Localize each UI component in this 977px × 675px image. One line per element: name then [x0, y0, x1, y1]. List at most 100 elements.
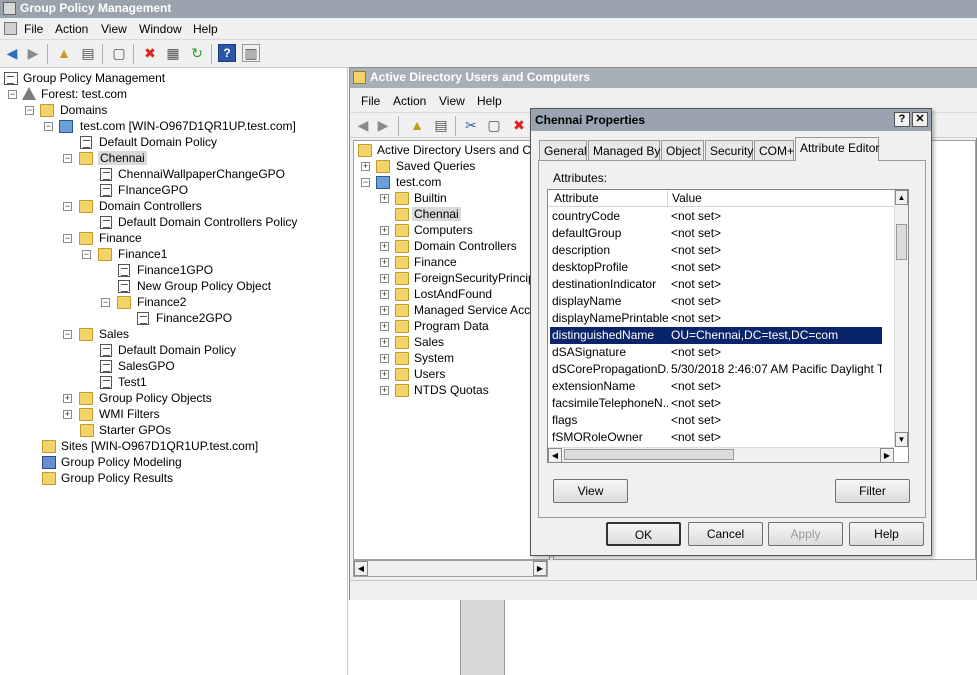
dialog-close-button[interactable]: ✕ [912, 112, 928, 127]
tree-node-default-domain-policy[interactable]: Default Domain Policy [80, 134, 217, 150]
attribute-row[interactable]: desktopProfile <not set> [550, 259, 882, 276]
view-button[interactable]: View [553, 479, 628, 503]
aduc-menu-action[interactable]: Action [393, 94, 426, 108]
tree-node-chennai-wallpaper-gpo[interactable]: ChennaiWallpaperChangeGPO [100, 166, 285, 182]
scroll-left-icon[interactable]: ◀ [548, 448, 562, 463]
tree-node-sales-default-policy[interactable]: Default Domain Policy [100, 342, 236, 358]
aduc-node-ntds-quotas[interactable]: + NTDS Quotas [380, 382, 489, 398]
tree-node-finance1gpo[interactable]: Finance1GPO [118, 262, 213, 278]
tree-node-finance[interactable]: − Finance [63, 230, 142, 246]
delete-icon[interactable]: ✖ [141, 44, 159, 62]
scroll-right-icon[interactable]: ▶ [880, 448, 894, 463]
tab-general[interactable]: General [539, 140, 587, 160]
delete-icon[interactable]: ✖ [510, 116, 528, 134]
show-hide-tree-icon[interactable]: ▤ [432, 116, 450, 134]
apply-button[interactable]: Apply [768, 522, 843, 546]
aduc-menu-view[interactable]: View [439, 94, 465, 108]
aduc-tree-hscrollbar[interactable]: ◀ ▶ [353, 560, 548, 577]
expand-icon[interactable]: + [380, 306, 389, 315]
up-folder-icon[interactable]: ▲ [55, 44, 73, 62]
properties-icon[interactable]: ▦ [164, 44, 182, 62]
tab-managed-by[interactable]: Managed By [588, 140, 660, 160]
collapse-icon[interactable]: − [101, 298, 110, 307]
aduc-node-program-data[interactable]: + Program Data [380, 318, 489, 334]
expand-icon[interactable]: + [380, 322, 389, 331]
aduc-node-managed-service[interactable]: + Managed Service Accou [380, 302, 543, 318]
expand-icon[interactable]: + [380, 274, 389, 283]
attribute-row[interactable]: fSMORoleOwner <not set> [550, 429, 882, 446]
aduc-node-system[interactable]: + System [380, 350, 454, 366]
attribute-row[interactable]: facsimileTelephoneN... <not set> [550, 395, 882, 412]
tree-node-finance-gpo[interactable]: FInanceGPO [100, 182, 188, 198]
scroll-up-icon[interactable]: ▲ [895, 190, 908, 205]
tree-node-wmi-filters[interactable]: + WMI Filters [63, 406, 160, 422]
attribute-row[interactable]: dSCorePropagationD... 5/30/2018 2:46:07 A… [550, 361, 882, 378]
tab-com-plus[interactable]: COM+ [754, 140, 794, 160]
tree-node-sales[interactable]: − Sales [63, 326, 129, 342]
tree-node-finance2[interactable]: − Finance2 [101, 294, 186, 310]
tree-node-new-gpo[interactable]: New Group Policy Object [118, 278, 271, 294]
attribute-row[interactable]: defaultGroup <not set> [550, 225, 882, 242]
dialog-help-footer-button[interactable]: Help [849, 522, 924, 546]
menu-action[interactable]: Action [55, 22, 88, 36]
cancel-button[interactable]: Cancel [688, 522, 763, 546]
collapse-icon[interactable]: − [25, 106, 34, 115]
cut-icon[interactable]: ✂ [462, 116, 480, 134]
tab-security[interactable]: Security [705, 140, 753, 160]
tree-node-domain-controllers[interactable]: − Domain Controllers [63, 198, 202, 214]
expand-icon[interactable]: + [380, 242, 389, 251]
tree-node-gp-objects[interactable]: + Group Policy Objects [63, 390, 212, 406]
aduc-node-computers[interactable]: + Computers [380, 222, 473, 238]
collapse-icon[interactable]: − [82, 250, 91, 259]
aduc-node-lost-and-found[interactable]: + LostAndFound [380, 286, 492, 302]
tree-node-domains[interactable]: − Domains [25, 102, 107, 118]
expand-icon[interactable]: + [380, 226, 389, 235]
attribute-row[interactable]: extensionName <not set> [550, 378, 882, 395]
menu-help[interactable]: Help [193, 22, 218, 36]
aduc-node-root[interactable]: Active Directory Users and Com [358, 142, 548, 158]
attribute-row[interactable]: flags <not set> [550, 412, 882, 429]
copy-icon[interactable]: ▢ [110, 44, 128, 62]
tree-node-modeling[interactable]: Group Policy Modeling [42, 454, 182, 470]
attribute-row[interactable]: countryCode <not set> [550, 208, 882, 225]
tree-node-finance1[interactable]: − Finance1 [82, 246, 167, 262]
tree-node-default-dc-policy[interactable]: Default Domain Controllers Policy [100, 214, 297, 230]
scroll-left-icon[interactable]: ◀ [354, 561, 368, 576]
aduc-node-foreign-security[interactable]: + ForeignSecurityPrincipal [380, 270, 544, 286]
tree-node-test-com[interactable]: − test.com [WIN-O967D1QR1UP.test.com] [44, 118, 296, 134]
collapse-icon[interactable]: − [63, 202, 72, 211]
menu-file[interactable]: File [24, 22, 43, 36]
paste-icon[interactable]: ▢ [485, 116, 503, 134]
attribute-row[interactable]: destinationIndicator <not set> [550, 276, 882, 293]
expand-icon[interactable]: + [361, 162, 370, 171]
menu-window[interactable]: Window [139, 22, 182, 36]
expand-icon[interactable]: + [380, 194, 389, 203]
scrollbar-thumb[interactable] [896, 224, 907, 260]
column-header-value[interactable]: Value [668, 191, 894, 207]
expand-icon[interactable]: + [380, 370, 389, 379]
forward-icon[interactable]: ▶ [374, 116, 392, 134]
show-hide-tree-icon[interactable]: ▤ [79, 44, 97, 62]
collapse-icon[interactable]: − [63, 234, 72, 243]
aduc-node-sales[interactable]: + Sales [380, 334, 444, 350]
aduc-node-test-com[interactable]: − test.com [361, 174, 441, 190]
tree-node-forest[interactable]: − Forest: test.com [8, 86, 127, 102]
attribute-row[interactable]: distinguishedName OU=Chennai,DC=test,DC=c… [550, 327, 882, 344]
attribute-row[interactable]: displayNamePrintable <not set> [550, 310, 882, 327]
collapse-icon[interactable]: − [63, 154, 72, 163]
scroll-down-icon[interactable]: ▼ [895, 432, 908, 447]
refresh-icon[interactable]: ↻ [188, 44, 206, 62]
attribute-row[interactable]: dSASignature <not set> [550, 344, 882, 361]
aduc-node-chennai[interactable]: Chennai [395, 206, 461, 222]
forward-icon[interactable]: ▶ [24, 44, 42, 62]
expand-icon[interactable]: + [63, 410, 72, 419]
tab-attribute-editor[interactable]: Attribute Editor [795, 137, 879, 161]
ok-button[interactable]: OK [606, 522, 681, 546]
aduc-node-users[interactable]: + Users [380, 366, 445, 382]
aduc-node-domain-controllers[interactable]: + Domain Controllers [380, 238, 517, 254]
scrollbar-thumb[interactable] [564, 449, 734, 460]
system-menu-icon[interactable] [4, 22, 17, 35]
aduc-node-finance[interactable]: + Finance [380, 254, 457, 270]
up-folder-icon[interactable]: ▲ [408, 116, 426, 134]
attributes-list[interactable]: Attribute Value countryCode <not set> defa… [547, 189, 909, 463]
